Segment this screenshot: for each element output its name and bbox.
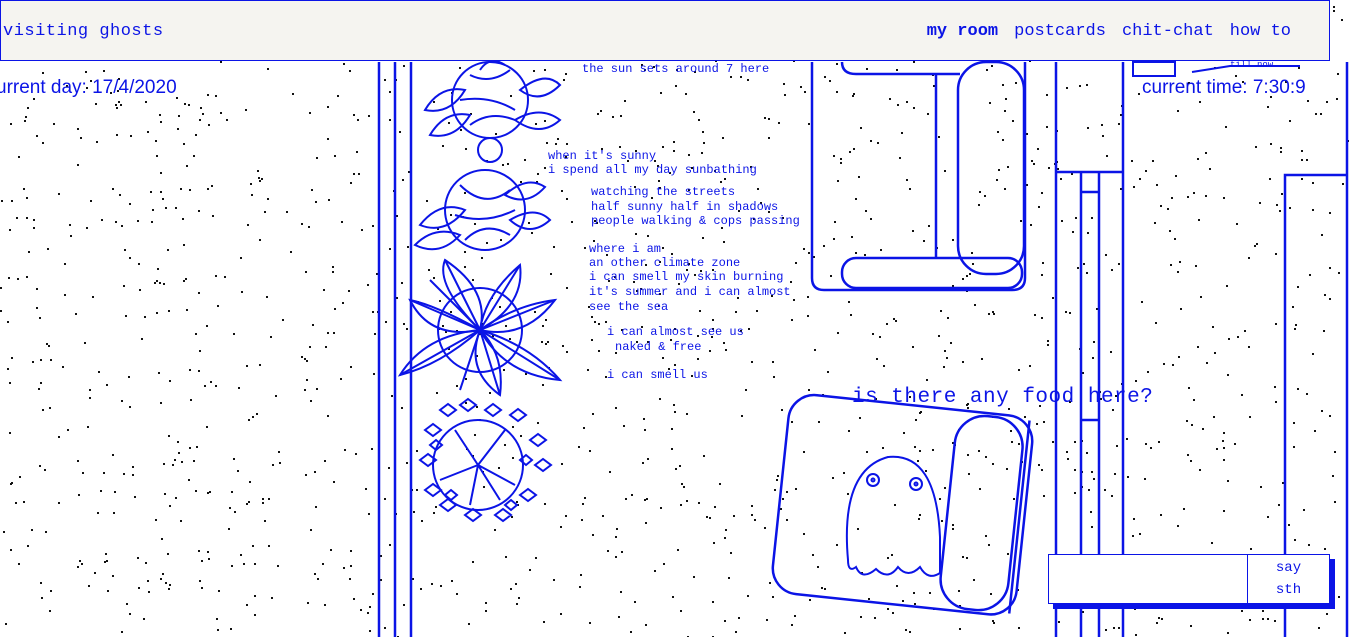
nav-chit-chat[interactable]: chit-chat	[1122, 22, 1214, 41]
nav-postcards[interactable]: postcards	[1014, 22, 1106, 41]
site-title[interactable]: visiting ghosts	[3, 22, 164, 41]
right-wall	[1283, 62, 1349, 637]
plant-palm-icon	[397, 258, 563, 397]
current-time: current time: 7:30:9	[1142, 77, 1306, 98]
ghost-speech: is there any food here?	[852, 386, 1154, 409]
poem-line: naked & free	[615, 340, 702, 354]
poem-line: i can smell us	[607, 368, 708, 382]
plant-top-icon	[423, 60, 562, 163]
ghost-icon	[845, 455, 941, 577]
poem-line: i can almost see us	[607, 325, 744, 339]
top-note: till now	[1230, 60, 1274, 70]
current-day: urrent day: 17/4/2020	[0, 77, 177, 98]
say-button-line2: sth	[1275, 582, 1302, 598]
chat-box: say sth	[1048, 554, 1330, 604]
poem-line: see the sea	[589, 300, 669, 314]
nav-my-room[interactable]: my room	[927, 22, 998, 41]
left-wall	[377, 62, 413, 637]
top-header: visiting ghosts my room postcards chit-c…	[0, 0, 1330, 61]
poem-line: half sunny half in shadows	[591, 200, 779, 214]
poem-line: the sun sets around 7 here	[582, 62, 770, 76]
plant-tree-icon	[418, 397, 553, 523]
poem-line: it's summer and i can almost	[589, 285, 791, 299]
say-button-line1: say	[1275, 560, 1302, 576]
poem-line: people walking & cops passing	[591, 214, 800, 228]
plant-ferns-icon	[413, 169, 552, 251]
top-corner-furniture	[1132, 61, 1300, 77]
armchair-icon	[771, 393, 1034, 616]
sofa-icon	[810, 60, 1027, 292]
main-nav: my room postcards chit-chat how to	[927, 22, 1291, 41]
poem-line: when it's sunny	[548, 149, 657, 163]
poem-line: i can smell my skin burning	[589, 270, 784, 284]
doorway	[1054, 62, 1125, 637]
poem-line: where i am	[589, 242, 662, 256]
say-something-button[interactable]: say sth	[1247, 555, 1329, 603]
nav-how-to[interactable]: how to	[1230, 22, 1291, 41]
poem-line: an other climate zone	[589, 256, 741, 270]
poem-line: i spend all my day sunbathing	[548, 163, 757, 177]
poem-line: watching the streets	[591, 185, 736, 199]
chat-input[interactable]	[1049, 555, 1249, 603]
